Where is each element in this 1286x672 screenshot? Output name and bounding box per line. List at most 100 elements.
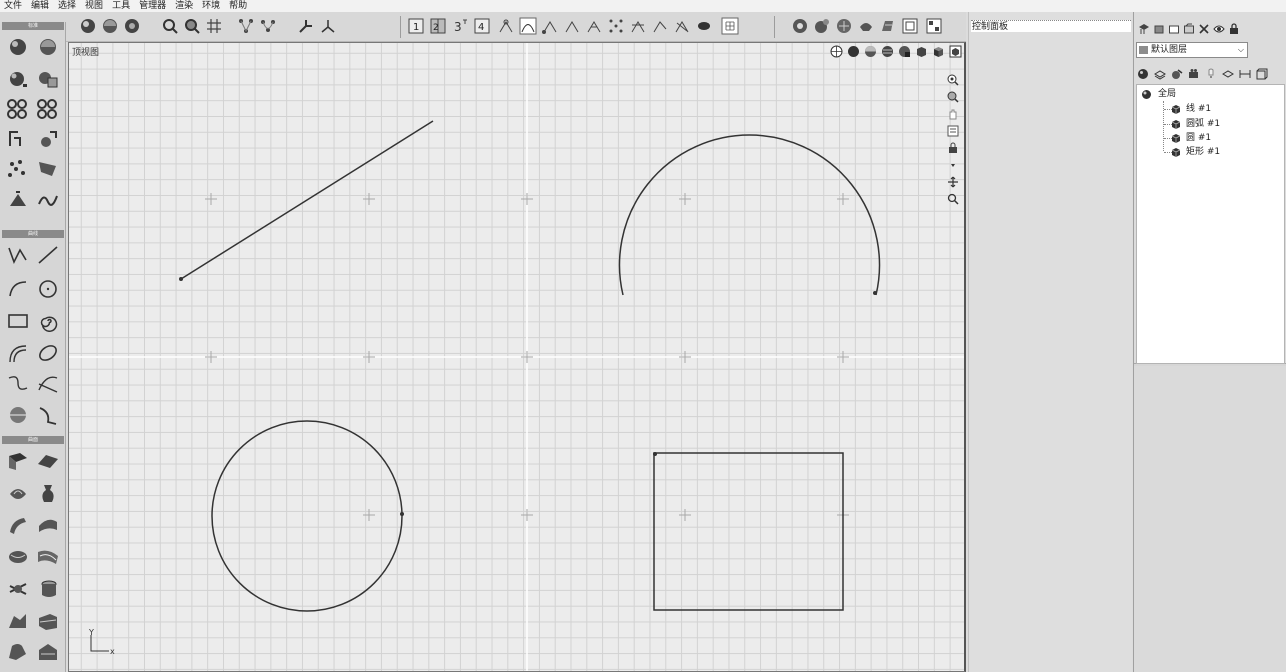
snap-perp-icon[interactable] (628, 16, 648, 36)
loft-surface-tool-icon[interactable] (34, 512, 62, 538)
skin-surface-tool-icon[interactable] (4, 544, 32, 570)
menu-edit[interactable]: 编辑 (31, 0, 49, 12)
line-start-point[interactable] (179, 277, 183, 281)
top-viewport[interactable]: 顶视图 Y x (68, 42, 966, 672)
circle-object[interactable] (211, 420, 403, 612)
move-tool-icon[interactable] (34, 126, 62, 152)
spiral-tool-icon[interactable] (34, 308, 62, 334)
material-icon[interactable] (790, 16, 810, 36)
menu-view[interactable]: 视图 (85, 0, 103, 12)
sweep-surface-tool-icon[interactable] (4, 512, 32, 538)
patch-surface-tool-icon[interactable] (4, 576, 32, 602)
snap-center-icon[interactable] (584, 16, 604, 36)
layer-visibility-icon[interactable] (1213, 23, 1225, 35)
menu-render[interactable]: 渲染 (175, 0, 193, 12)
grid-snap-icon[interactable] (204, 16, 224, 36)
menu-manager[interactable]: 管理器 (139, 0, 166, 12)
layer-copy-icon[interactable] (1168, 23, 1180, 35)
layer-merge-icon[interactable] (1183, 23, 1195, 35)
cylinder-surface-tool-icon[interactable] (34, 576, 62, 602)
snap-near-icon[interactable] (672, 16, 692, 36)
arc-tool-icon[interactable] (4, 276, 32, 302)
plane-surface-tool-icon[interactable] (34, 448, 62, 474)
network-surface-tool-icon[interactable] (34, 544, 62, 570)
align-tool-icon[interactable] (4, 186, 32, 212)
array-tool-icon[interactable] (4, 96, 32, 122)
intersect-curve-tool-icon[interactable] (4, 402, 32, 428)
polyline-tool-icon[interactable] (4, 242, 32, 268)
delete-layer-icon[interactable] (1198, 23, 1210, 35)
tree-item-line[interactable]: 线 #1 (1171, 102, 1211, 116)
grid-toggle-icon[interactable] (720, 16, 740, 36)
deform-tool-icon[interactable] (34, 156, 62, 182)
texture-icon[interactable] (834, 16, 854, 36)
fillet-surface-tool-icon[interactable] (4, 608, 32, 634)
tree-root[interactable]: 全局 (1141, 87, 1176, 101)
layer-lock-icon[interactable] (1228, 23, 1240, 35)
revolve-surface-tool-icon[interactable] (4, 480, 32, 506)
sphere-tool-icon[interactable] (4, 34, 32, 60)
render-view-icon[interactable] (122, 16, 142, 36)
snap-mid-icon[interactable] (562, 16, 582, 36)
smooth-tool-icon[interactable] (34, 186, 62, 212)
line-tool-icon[interactable] (34, 242, 62, 268)
rectangle-object[interactable] (653, 452, 844, 611)
scatter-tool-icon[interactable] (4, 156, 32, 182)
snap-intersect-icon[interactable] (606, 16, 626, 36)
blend-curve-tool-icon[interactable] (34, 370, 62, 396)
tab-cameras-icon[interactable] (1187, 67, 1201, 81)
menu-select[interactable]: 选择 (58, 0, 76, 12)
light-icon[interactable] (856, 16, 876, 36)
array-copy-tool-icon[interactable] (34, 96, 62, 122)
arc-object[interactable] (618, 134, 881, 296)
viewport-canvas[interactable]: Y x (69, 43, 966, 672)
tab-materials-icon[interactable] (1170, 67, 1184, 81)
point-edit-icon[interactable] (236, 16, 256, 36)
trim-surface-tool-icon[interactable] (34, 638, 62, 664)
tab-layers-icon[interactable] (1153, 67, 1167, 81)
circle-start-point[interactable] (400, 512, 404, 516)
object-props-tool-icon[interactable] (34, 66, 62, 92)
extrude-surface-tool-icon[interactable] (4, 448, 32, 474)
zoom-icon[interactable] (160, 16, 180, 36)
frame-icon[interactable] (900, 16, 920, 36)
tree-item-rectangle[interactable]: 矩形 #1 (1171, 145, 1220, 159)
snap-end-icon[interactable] (540, 16, 560, 36)
offset-curve-tool-icon[interactable] (4, 370, 32, 396)
line-object[interactable] (180, 120, 434, 280)
tree-item-arc[interactable]: 圆弧 #1 (1171, 117, 1220, 131)
fillet-tool-icon[interactable] (4, 340, 32, 366)
tab-views-icon[interactable] (1255, 67, 1269, 81)
tab-dimensions-icon[interactable] (1238, 67, 1252, 81)
mirror-tool-icon[interactable] (4, 126, 32, 152)
vase-surface-tool-icon[interactable] (34, 480, 62, 506)
menu-environment[interactable]: 环境 (202, 0, 220, 12)
rectangle-tool-icon[interactable] (4, 308, 32, 334)
offset-surface-tool-icon[interactable] (34, 608, 62, 634)
viewport-4-icon[interactable]: 4 (472, 16, 492, 36)
circle-tool-icon[interactable] (34, 276, 62, 302)
tree-item-circle[interactable]: 圆 #1 (1171, 131, 1211, 145)
menu-tools[interactable]: 工具 (112, 0, 130, 12)
tab-textures-icon[interactable] (1221, 67, 1235, 81)
snap-point-icon[interactable] (496, 16, 516, 36)
project-curve-tool-icon[interactable] (34, 402, 62, 428)
layer-dropdown[interactable]: 默认图层 ⌵ (1136, 42, 1248, 58)
viewport-2-icon[interactable]: 2 (428, 16, 448, 36)
zoom-window-icon[interactable] (182, 16, 202, 36)
material-edit-icon[interactable] (812, 16, 832, 36)
layer-folder-icon[interactable] (1153, 23, 1165, 35)
ellipse-tool-icon[interactable] (34, 340, 62, 366)
menu-help[interactable]: 帮助 (229, 0, 247, 12)
render-settings-icon[interactable] (878, 16, 898, 36)
coordinate-icon[interactable] (318, 16, 338, 36)
rectangle-start-point[interactable] (653, 452, 657, 456)
menu-file[interactable]: 文件 (4, 0, 22, 12)
tab-lights-icon[interactable] (1204, 67, 1218, 81)
arc-end-point[interactable] (873, 291, 877, 295)
sphere-edit-tool-icon[interactable] (4, 66, 32, 92)
snap-tangent-icon[interactable] (650, 16, 670, 36)
snap-off-icon[interactable] (694, 16, 714, 36)
new-layer-icon[interactable] (1138, 23, 1150, 35)
shaded-view-icon[interactable] (100, 16, 120, 36)
